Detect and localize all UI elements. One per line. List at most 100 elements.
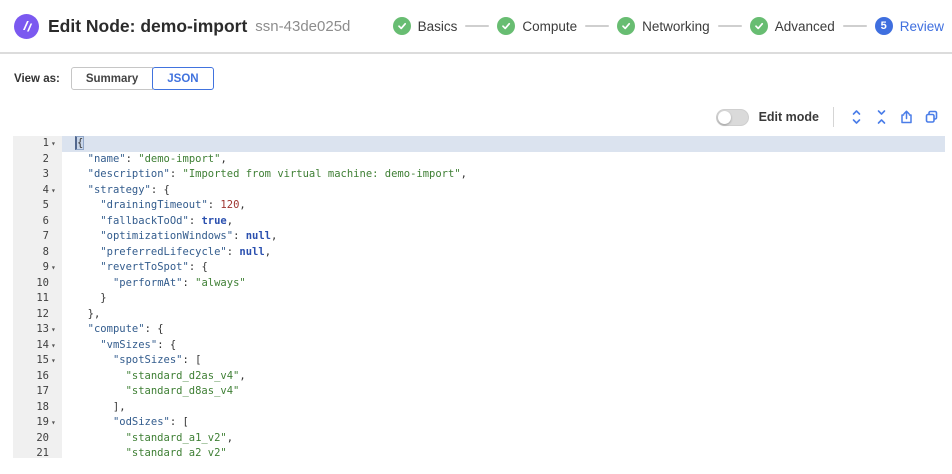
code-text[interactable]: "standard_d2as_v4",	[62, 369, 945, 385]
code-line: 13▾ "compute": {	[13, 322, 945, 338]
gutter-cell: 14▾	[13, 338, 62, 354]
code-text[interactable]: "description": "Imported from virtual ma…	[62, 167, 945, 183]
view-summary-button[interactable]: Summary	[71, 67, 153, 90]
step-compute[interactable]: Compute	[497, 17, 577, 35]
gutter-cell: 15▾	[13, 353, 62, 369]
code-line: 12 },	[13, 307, 945, 323]
code-text[interactable]: "fallbackToOd": true,	[62, 214, 945, 230]
wizard-stepper: Basics Compute Networking Advanced 5 Rev…	[393, 17, 944, 35]
gutter-cell: 19▾	[13, 415, 62, 431]
code-text[interactable]: {	[62, 136, 945, 152]
gutter-cell: 13▾	[13, 322, 62, 338]
line-number: 18	[36, 400, 49, 416]
gutter-cell: 11	[13, 291, 62, 307]
gutter-cell: 8	[13, 245, 62, 261]
step-connector	[585, 25, 609, 27]
page-title: Edit Node: demo-import	[48, 16, 247, 37]
line-number: 12	[36, 307, 49, 323]
code-text[interactable]: "strategy": {	[62, 183, 945, 199]
code-line: 5 "drainingTimeout": 120,	[13, 198, 945, 214]
line-number: 8	[43, 245, 49, 261]
code-text[interactable]: "standard_a1_v2",	[62, 431, 945, 447]
step-basics[interactable]: Basics	[393, 17, 458, 35]
code-text[interactable]: "drainingTimeout": 120,	[62, 198, 945, 214]
code-line: 7 "optimizationWindows": null,	[13, 229, 945, 245]
line-number: 21	[36, 446, 49, 458]
code-line: 17 "standard_d8as_v4"	[13, 384, 945, 400]
fold-toggle-icon[interactable]: ▾	[49, 322, 62, 338]
wizard-header: Edit Node: demo-import ssn-43de025d Basi…	[0, 0, 952, 54]
step-advanced[interactable]: Advanced	[750, 17, 835, 35]
code-text[interactable]: "preferredLifecycle": null,	[62, 245, 945, 261]
step-networking[interactable]: Networking	[617, 17, 710, 35]
code-text[interactable]: "performAt": "always"	[62, 276, 945, 292]
export-icon[interactable]	[894, 106, 919, 128]
fold-toggle-icon[interactable]: ▾	[49, 338, 62, 354]
gutter-cell: 16	[13, 369, 62, 385]
gutter-cell: 3	[13, 167, 62, 183]
gutter-cell: 18	[13, 400, 62, 416]
line-number: 16	[36, 369, 49, 385]
code-line: 6 "fallbackToOd": true,	[13, 214, 945, 230]
code-line: 20 "standard_a1_v2",	[13, 431, 945, 447]
code-text[interactable]: "spotSizes": [	[62, 353, 945, 369]
code-text[interactable]: "odSizes": [	[62, 415, 945, 431]
code-line: 14▾ "vmSizes": {	[13, 338, 945, 354]
fold-toggle-icon[interactable]: ▾	[49, 260, 62, 276]
line-number: 19	[36, 415, 49, 431]
line-number: 17	[36, 384, 49, 400]
editor-toolbar: Edit mode	[716, 106, 944, 128]
gutter-cell: 4▾	[13, 183, 62, 199]
check-icon	[497, 17, 515, 35]
fold-toggle-icon[interactable]: ▾	[49, 353, 62, 369]
check-icon	[750, 17, 768, 35]
collapse-all-icon[interactable]	[869, 106, 894, 128]
code-text[interactable]: "optimizationWindows": null,	[62, 229, 945, 245]
code-text[interactable]: "name": "demo-import",	[62, 152, 945, 168]
copy-icon[interactable]	[919, 106, 944, 128]
toggle-knob	[718, 111, 731, 124]
code-text[interactable]: "revertToSpot": {	[62, 260, 945, 276]
gutter-cell: 12	[13, 307, 62, 323]
fold-toggle-icon[interactable]: ▾	[49, 183, 62, 199]
line-number: 7	[43, 229, 49, 245]
code-text[interactable]: },	[62, 307, 945, 323]
expand-all-icon[interactable]	[844, 106, 869, 128]
code-line: 21 "standard_a2_v2"	[13, 446, 945, 458]
line-number: 15	[36, 353, 49, 369]
code-text[interactable]: }	[62, 291, 945, 307]
code-line: 15▾ "spotSizes": [	[13, 353, 945, 369]
gutter-cell: 6	[13, 214, 62, 230]
step-connector	[718, 25, 742, 27]
json-editor[interactable]: 1▾{2 "name": "demo-import",3 "descriptio…	[13, 136, 945, 458]
edit-mode-toggle[interactable]	[716, 109, 749, 126]
line-number: 2	[43, 152, 49, 168]
gutter-cell: 10	[13, 276, 62, 292]
code-text[interactable]: "vmSizes": {	[62, 338, 945, 354]
view-as-control: View as: Summary JSON	[14, 67, 214, 90]
view-as-label: View as:	[14, 73, 60, 85]
fold-toggle-icon[interactable]: ▾	[49, 415, 62, 431]
check-icon	[617, 17, 635, 35]
code-text[interactable]: ],	[62, 400, 945, 416]
code-line: 16 "standard_d2as_v4",	[13, 369, 945, 385]
gutter-cell: 20	[13, 431, 62, 447]
line-number: 10	[36, 276, 49, 292]
code-text[interactable]: "compute": {	[62, 322, 945, 338]
gutter-cell: 1▾	[13, 136, 62, 152]
line-number: 5	[43, 198, 49, 214]
step-connector	[465, 25, 489, 27]
code-text[interactable]: "standard_d8as_v4"	[62, 384, 945, 400]
toolbar-divider	[833, 107, 834, 127]
code-line: 19▾ "odSizes": [	[13, 415, 945, 431]
gutter-cell: 2	[13, 152, 62, 168]
code-text[interactable]: "standard_a2_v2"	[62, 446, 945, 458]
fold-toggle-icon[interactable]: ▾	[49, 136, 62, 152]
line-number: 6	[43, 214, 49, 230]
line-number: 13	[36, 322, 49, 338]
code-line: 4▾ "strategy": {	[13, 183, 945, 199]
spot-logo-icon	[14, 14, 39, 39]
view-json-button[interactable]: JSON	[152, 67, 213, 90]
step-review[interactable]: 5 Review	[875, 17, 944, 35]
line-number: 20	[36, 431, 49, 447]
